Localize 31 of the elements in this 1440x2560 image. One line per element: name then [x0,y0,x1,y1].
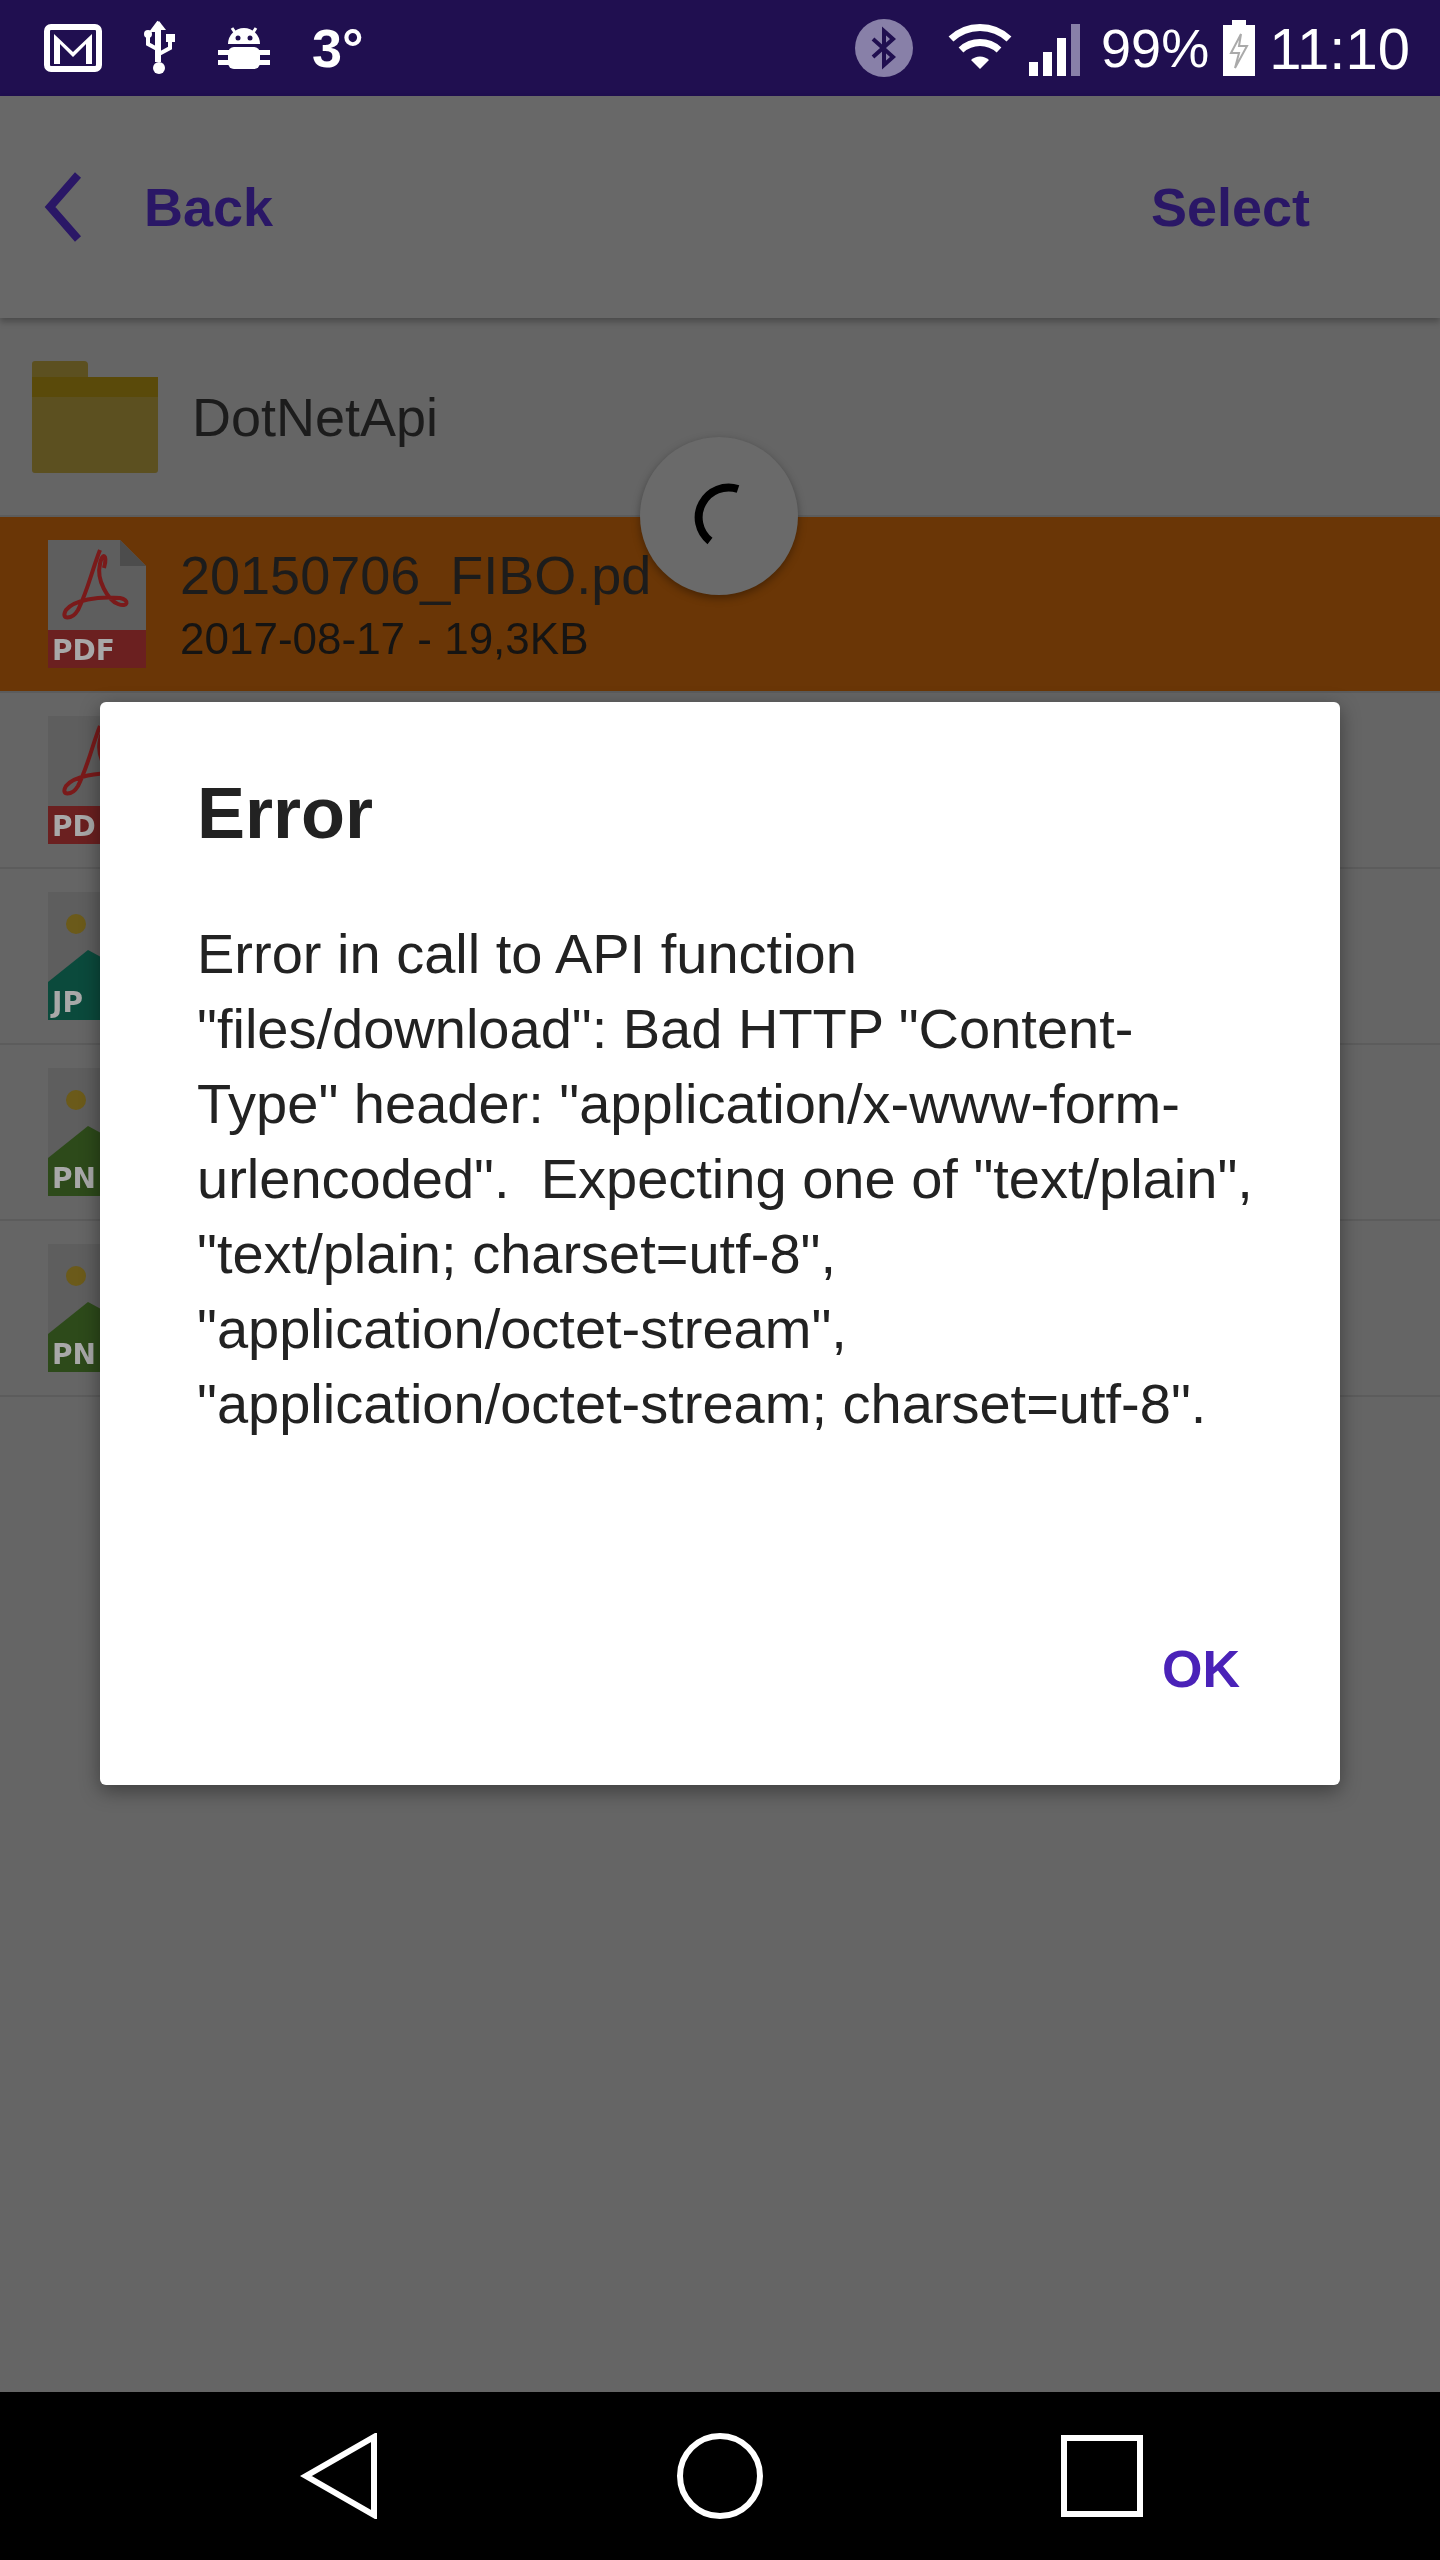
file-row[interactable]: PDF 20150706_FIBO.pd 2017-08-17 - 19,3KB [0,517,1440,693]
dialog-title: Error [197,772,375,854]
chevron-left-icon [44,171,84,243]
image-file-icon [48,892,100,1020]
back-button[interactable]: Back [44,171,274,243]
pdf-file-icon [48,716,100,844]
file-type-label: PN [51,1336,96,1372]
temperature-text: 3° [312,17,364,79]
pdf-file-icon [48,540,146,668]
file-details: 2017-08-17 - 19,3KB [180,614,590,664]
file-type-label: PD [51,808,96,844]
select-button[interactable]: Select [1150,176,1310,238]
error-message: Error in call to API function "files/download": Bad HTTP "Content-Type" header: "application/x-www-form-urlencoded". Expecting one of "text/plain", "text/plain; charset=utf-8", "application/octet-stream", "application/octet-stream; charset=utf-8". [197,921,1254,1437]
battery-text: 99% [1101,17,1210,79]
clock-time: 11:10 [1269,14,1410,82]
battery-icon [1223,20,1256,76]
folder-icon [32,360,158,473]
usb-icon [142,20,176,76]
file-name: DotNetApi [192,385,439,448]
image-file-icon [48,1244,100,1372]
recents-nav-icon[interactable] [1060,2434,1144,2518]
bluetooth-icon [855,19,914,77]
file-type-label: JP [49,984,83,1020]
mail-icon [44,24,102,72]
file-type-label: PDF [51,632,115,668]
image-file-icon [48,1068,100,1196]
file-name: 20150706_FIBO.pd [180,544,652,606]
ok-button[interactable]: OK [1142,1623,1260,1715]
back-nav-icon[interactable] [300,2433,380,2519]
file-type-label: PN [51,1160,96,1196]
home-nav-icon[interactable] [676,2432,764,2520]
